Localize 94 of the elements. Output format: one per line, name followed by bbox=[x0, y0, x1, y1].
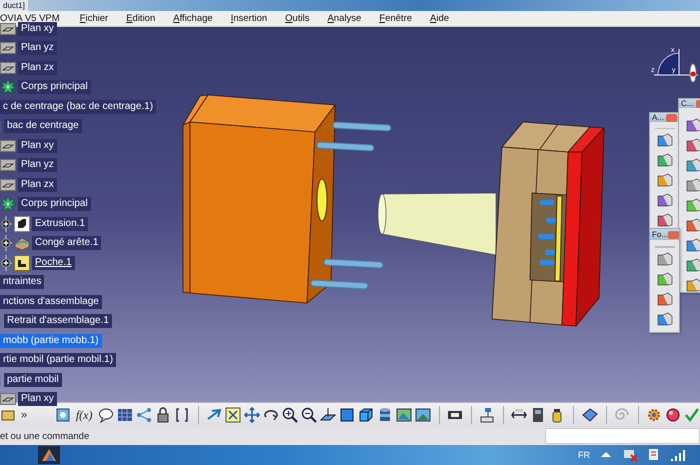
tool-icon[interactable] bbox=[656, 312, 672, 328]
palette-title: C... bbox=[681, 99, 694, 108]
tree-item[interactable]: bac de centrage bbox=[4, 119, 82, 134]
tree-item[interactable]: Extrusion.1 bbox=[32, 216, 88, 231]
gear-icon[interactable] bbox=[646, 407, 662, 423]
tree-item[interactable]: ntraintes bbox=[0, 275, 44, 290]
node-graph-icon[interactable] bbox=[136, 407, 152, 423]
check-icon[interactable] bbox=[684, 407, 700, 423]
menu-item[interactable]: Fichier bbox=[74, 13, 114, 24]
lock-icon[interactable] bbox=[154, 407, 170, 423]
tool-icon[interactable] bbox=[686, 278, 700, 294]
plane-icon bbox=[0, 62, 16, 74]
tool-icon[interactable] bbox=[656, 193, 672, 209]
menu-item[interactable]: Fenêtre bbox=[373, 13, 418, 24]
gear-icon bbox=[0, 196, 16, 212]
status-prompt: et ou une commande bbox=[0, 430, 90, 442]
tree-item[interactable]: Plan xy bbox=[18, 392, 57, 406]
menu-item[interactable]: Outils bbox=[279, 13, 316, 24]
app-icon[interactable] bbox=[38, 446, 60, 464]
tree-item[interactable]: c de centrage (bac de centrage.1) bbox=[0, 100, 156, 114]
speech-bubble-icon[interactable] bbox=[98, 407, 114, 423]
plane-icon bbox=[0, 140, 16, 152]
tool-icon[interactable] bbox=[656, 292, 672, 308]
plane-icon bbox=[0, 393, 16, 406]
tool-icon[interactable] bbox=[686, 238, 700, 254]
palette-title: A... bbox=[652, 113, 664, 122]
tool-icon[interactable] bbox=[656, 252, 672, 268]
tree-item[interactable]: Corps principal bbox=[18, 80, 91, 94]
expander-icon[interactable] bbox=[0, 216, 12, 232]
tree-item[interactable]: Plan zx bbox=[18, 178, 57, 192]
language-indicator[interactable]: FR bbox=[578, 450, 590, 460]
cube-icon[interactable] bbox=[358, 407, 374, 423]
plane-icon bbox=[0, 22, 16, 35]
expander-icon[interactable] bbox=[0, 254, 12, 271]
bracket-icon[interactable] bbox=[174, 407, 190, 423]
menu-item[interactable]: Affichage bbox=[167, 13, 219, 24]
plane-icon bbox=[0, 42, 16, 54]
signal-icon[interactable] bbox=[670, 447, 686, 463]
table-icon[interactable] bbox=[116, 407, 132, 423]
tree-item[interactable]: rtie mobil (partie mobil.1) bbox=[0, 353, 116, 368]
tree-item[interactable]: Retrait d'assemblage.1 bbox=[4, 314, 112, 328]
window-title: duct1] bbox=[0, 0, 28, 11]
normal-view-icon[interactable] bbox=[320, 407, 336, 423]
chevron-button[interactable]: » bbox=[19, 409, 30, 421]
fillet-icon bbox=[14, 235, 30, 252]
gear-icon bbox=[0, 79, 16, 96]
menu-item[interactable]: Analyse bbox=[321, 13, 368, 24]
tree-item[interactable]: Plan zx bbox=[18, 60, 57, 75]
tool-icon[interactable] bbox=[656, 133, 672, 149]
picture-icon[interactable] bbox=[414, 407, 431, 423]
app-name: OVIA V5 VPM bbox=[0, 13, 61, 24]
command-input[interactable] bbox=[545, 428, 700, 444]
tree-item[interactable]: Plan xy bbox=[18, 138, 57, 153]
cube-front-icon[interactable] bbox=[338, 407, 355, 423]
expander-icon[interactable] bbox=[0, 235, 12, 252]
fit-all-icon[interactable] bbox=[224, 407, 241, 423]
menu-item[interactable]: Edition bbox=[120, 13, 162, 24]
formula-button[interactable]: f(x) bbox=[74, 408, 94, 422]
sphere-icon[interactable] bbox=[665, 407, 682, 423]
tool-icon[interactable] bbox=[686, 258, 700, 274]
tool-icon[interactable] bbox=[686, 118, 700, 134]
tool-icon[interactable] bbox=[686, 198, 700, 214]
plane-icon bbox=[0, 159, 16, 172]
tool-icon[interactable] bbox=[686, 158, 700, 174]
extrusion-icon bbox=[14, 216, 30, 232]
diamond-icon[interactable] bbox=[582, 407, 598, 423]
tree-item[interactable]: Plan yz bbox=[18, 41, 57, 56]
picture-icon[interactable] bbox=[396, 407, 412, 423]
tool-icon[interactable] bbox=[656, 213, 672, 229]
tool-icon[interactable] bbox=[656, 272, 672, 288]
tree-structure-icon[interactable] bbox=[479, 407, 496, 423]
zoom-out-icon[interactable] bbox=[300, 407, 317, 423]
tree-item[interactable]: Poche.1 bbox=[32, 256, 75, 270]
plane-icon bbox=[0, 178, 16, 191]
tool-icon[interactable] bbox=[686, 138, 700, 154]
rotate-icon[interactable] bbox=[262, 407, 279, 423]
tool-icon[interactable] bbox=[686, 218, 700, 234]
palette-title: Fo... bbox=[652, 230, 668, 240]
tree-item[interactable]: partie mobil bbox=[4, 372, 62, 387]
tool-icon[interactable] bbox=[686, 178, 700, 194]
tree-item[interactable]: Plan xy bbox=[18, 22, 57, 36]
tool-icon[interactable] bbox=[656, 153, 672, 169]
tree-item[interactable]: Congé arête.1 bbox=[32, 236, 102, 250]
tree-item[interactable]: nctions d'assemblage bbox=[0, 294, 102, 309]
tree-item[interactable]: Plan yz bbox=[18, 158, 57, 172]
tree-item[interactable]: Corps principal bbox=[18, 197, 91, 212]
four-arrows-icon[interactable] bbox=[244, 407, 260, 423]
network-x-icon[interactable] bbox=[622, 447, 638, 463]
menu-item[interactable]: Aide bbox=[424, 13, 456, 24]
tree-item[interactable]: mobb (partie mobb.1) bbox=[0, 334, 102, 348]
menu-item[interactable]: Insertion bbox=[224, 13, 274, 24]
zoom-in-icon[interactable] bbox=[282, 407, 298, 423]
tool-icon[interactable] bbox=[656, 173, 672, 189]
pocket-icon bbox=[14, 254, 30, 271]
